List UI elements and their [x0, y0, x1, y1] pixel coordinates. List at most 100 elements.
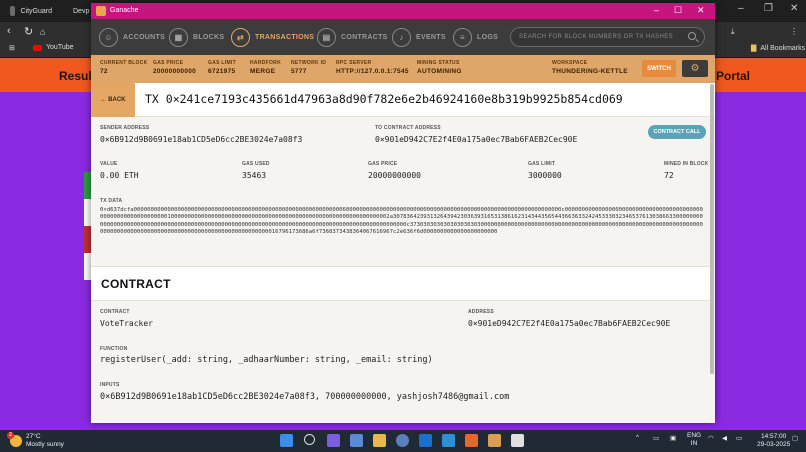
menu-icon[interactable]: ⋮: [790, 27, 798, 36]
bookmark-all[interactable]: ▇ All Bookmarks: [751, 44, 805, 53]
battery-icon[interactable]: ▭: [736, 434, 742, 442]
browser-tab-devp[interactable]: Devp: [62, 2, 92, 20]
function-label: FUNCTION: [100, 346, 128, 352]
maximize-browser-icon[interactable]: ❐: [764, 3, 773, 14]
switch-workspace-button[interactable]: SWITCH: [642, 60, 676, 77]
maximize-icon[interactable]: ☐: [674, 5, 682, 16]
refresh-icon[interactable]: ↻: [24, 25, 33, 38]
outlook-icon[interactable]: [419, 434, 432, 447]
to-address: 0×901eD942C7E2f4E0a175a0ec7Bab6FAEB2Cec9…: [375, 135, 578, 144]
status-current-block: CURRENT BLOCK 72: [100, 60, 148, 75]
tab-contracts[interactable]: ▤ CONTRACTS: [317, 27, 388, 47]
language-indicator[interactable]: ENG IN: [687, 432, 701, 448]
downloads-icon[interactable]: ⤓: [731, 27, 735, 37]
to-address-label: TO CONTRACT ADDRESS: [375, 125, 441, 131]
status-hardfork: HARDFORK MERGE: [250, 60, 282, 75]
contract-heading: CONTRACT: [101, 277, 171, 291]
weather-widget[interactable]: 2 27°C Mostly sunny: [7, 432, 64, 449]
scrollbar[interactable]: [710, 84, 714, 374]
close-icon[interactable]: ✕: [697, 5, 705, 16]
wifi-icon[interactable]: ◠: [708, 434, 714, 442]
volume-icon[interactable]: ◀: [722, 434, 727, 442]
events-icon: ♪: [392, 27, 411, 47]
gas-used: 35463: [242, 171, 267, 180]
clock[interactable]: 14:57:00 29-03-2025: [757, 433, 790, 449]
status-rpc-server: RPC SERVER HTTP://127.0.0.1:7545: [336, 60, 409, 75]
function-signature: registerUser(_add: string, _adhaarNumber…: [100, 355, 433, 365]
close-browser-icon[interactable]: ✕: [790, 3, 798, 14]
status-gas-price: GAS PRICE 20000000000: [153, 60, 197, 75]
temperature: 27°C: [26, 433, 41, 440]
tx-hash: TX 0×241ce7193c435661d47963a8d90f782e6e2…: [145, 92, 623, 106]
youtube-icon: [33, 44, 42, 51]
ganache-logo-icon: [96, 6, 106, 16]
home-icon[interactable]: ⌂: [40, 27, 45, 37]
value: 0.00 ETH: [100, 171, 139, 180]
contract-address-label: ADDRESS: [468, 309, 494, 315]
back-arrow-icon[interactable]: ‹: [7, 25, 11, 37]
apps-grid-icon[interactable]: ⊞: [9, 44, 15, 52]
file-explorer-icon[interactable]: [373, 434, 386, 447]
gas-price-label: GAS PRICE: [368, 161, 398, 167]
brave-icon[interactable]: [465, 434, 478, 447]
tx-header: ← BACK TX 0×241ce7193c435661d47963a8d90f…: [91, 83, 715, 117]
status-bar: CURRENT BLOCK 72 GAS PRICE 20000000000 GAS…: [91, 55, 715, 83]
status-mining: MINING STATUS AUTOMINING: [417, 60, 462, 75]
window-title: Ganache: [110, 7, 139, 14]
mined-in-block-label: MINED IN BLOCK: [664, 161, 709, 167]
tray-icon-2[interactable]: ▣: [670, 434, 676, 442]
snipping-tool-icon[interactable]: [511, 434, 524, 447]
tx-data: 0×d637dcfa000000000000000000000000000000…: [100, 207, 703, 235]
minimize-icon[interactable]: –: [654, 5, 659, 15]
gas-limit-label: GAS LIMIT: [528, 161, 556, 167]
contract-name-label: CONTRACT: [100, 309, 130, 315]
search-taskbar-icon[interactable]: [304, 434, 315, 445]
start-icon[interactable]: [280, 434, 293, 447]
settings-button[interactable]: ⚙: [682, 60, 708, 77]
sender-address: 0×6B912d9B0691e18ab1CD5eD6cc2BE3024e7a08…: [100, 135, 303, 144]
tab-blocks[interactable]: ▦ BLOCKS: [169, 27, 224, 47]
vscode-icon[interactable]: [442, 434, 455, 447]
search-icon[interactable]: [688, 32, 696, 40]
contract-call-badge: CONTRACT CALL: [648, 125, 706, 139]
accounts-icon: ☺: [99, 27, 118, 47]
status-network-id: NETWORK ID 5777: [291, 60, 327, 75]
sender-address-label: SENDER ADDRESS: [100, 125, 150, 131]
app-icon[interactable]: [350, 434, 363, 447]
ganache-titlebar: Ganache – ☐ ✕: [91, 3, 715, 19]
tab-events[interactable]: ♪ EVENTS: [392, 27, 446, 47]
page-title-right: Portal: [716, 69, 751, 83]
back-button[interactable]: ← BACK: [91, 83, 135, 117]
status-gas-limit: GAS LIMIT 6721975: [208, 60, 236, 75]
weather-text: Mostly sunny: [26, 441, 64, 448]
transaction-detail: ← BACK TX 0×241ce7193c435661d47963a8d90f…: [91, 83, 715, 423]
globe-icon: [10, 6, 16, 16]
notification-icon[interactable]: ▢: [792, 434, 798, 442]
browser-tab-cityguard[interactable]: CityGuard: [4, 2, 58, 20]
ganache-taskbar-icon[interactable]: [488, 434, 501, 447]
gas-price: 20000000000: [368, 171, 421, 180]
tray-icon[interactable]: ▭: [653, 434, 659, 442]
app-r-icon[interactable]: [396, 434, 409, 447]
gas-limit: 3000000: [528, 171, 562, 180]
tab-transactions[interactable]: ⇄ TRANSACTIONS: [231, 27, 314, 47]
tab-accounts[interactable]: ☺ ACCOUNTS: [99, 27, 165, 47]
minimize-browser-icon[interactable]: –: [738, 3, 744, 14]
sun-icon: 2: [7, 432, 22, 447]
value-label: VALUE: [100, 161, 118, 167]
folder-icon: ▇: [751, 45, 757, 52]
inputs-label: INPUTS: [100, 382, 120, 388]
search-input[interactable]: SEARCH FOR BLOCK NUMBERS OR TX HASHES: [510, 27, 705, 47]
tray-chevron-icon[interactable]: ^: [636, 434, 639, 441]
bookmark-youtube[interactable]: YouTube: [33, 44, 74, 51]
transactions-icon: ⇄: [231, 27, 250, 47]
tab-logs[interactable]: ≡ LOGS: [453, 27, 498, 47]
contract-name: VoteTracker: [100, 319, 153, 328]
blocks-icon: ▦: [169, 27, 188, 47]
gas-used-label: GAS USED: [242, 161, 270, 167]
function-inputs: 0×6B912d9B0691e18ab1CD5eD6cc2BE3024e7a08…: [100, 392, 510, 402]
copilot-icon[interactable]: [327, 434, 340, 447]
contract-section-header: CONTRACT: [91, 266, 711, 301]
logs-icon: ≡: [453, 27, 472, 47]
mined-in-block: 72: [664, 171, 674, 180]
